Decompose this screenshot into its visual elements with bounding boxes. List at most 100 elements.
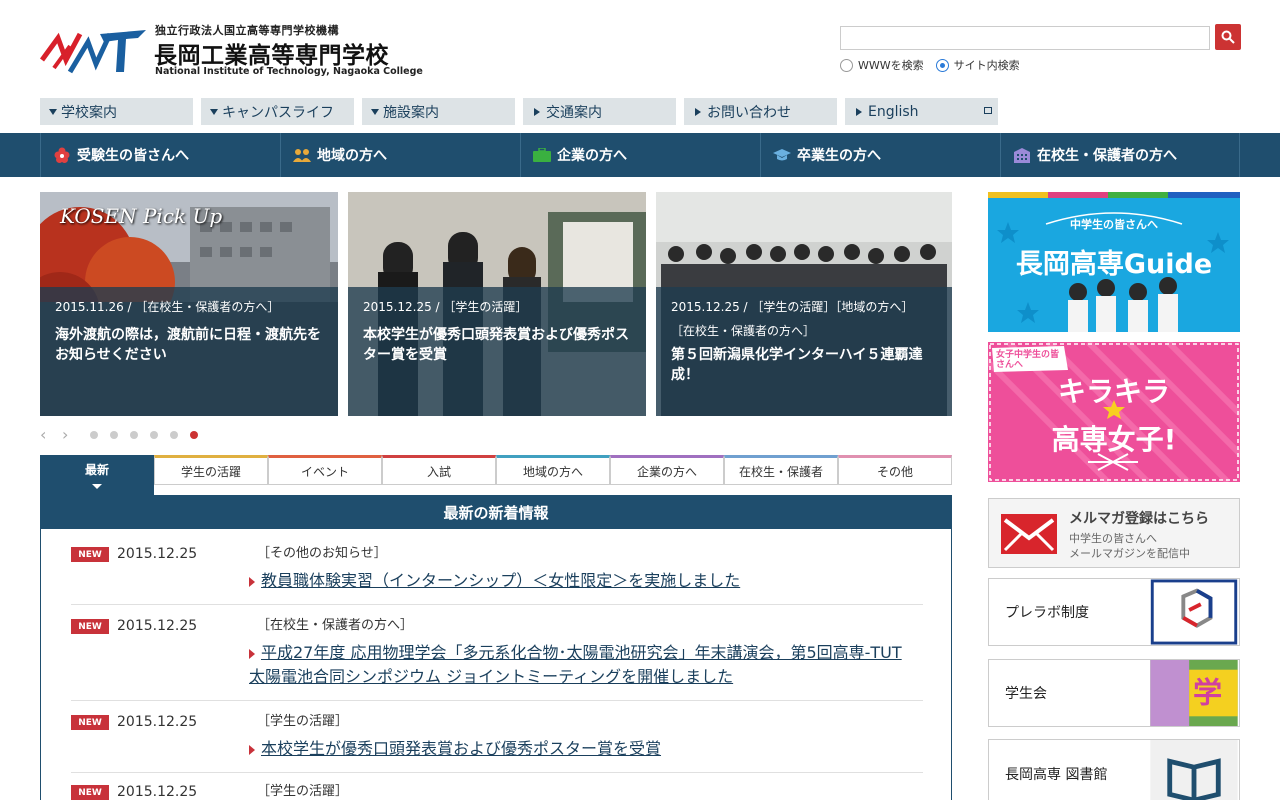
triangle-right-icon [856, 107, 862, 116]
slider-dot-active[interactable] [190, 431, 198, 439]
news-date: 2015.12.25 [117, 546, 198, 562]
external-link-icon [984, 107, 992, 114]
mail-magazine-banner[interactable]: メルマガ登録はこちら 中学生の皆さんへ メールマガジンを配信中 [988, 498, 1240, 568]
student-council-image: 学 [1150, 660, 1238, 726]
subnav-label: 交通案内 [546, 104, 602, 121]
guide-title: 長岡高専Guide [1015, 249, 1213, 280]
new-badge: NEW [71, 547, 109, 562]
subnav-contact[interactable]: お問い合わせ [684, 98, 837, 125]
slide-meta-2: ［在校生・保護者の方へ］ [671, 324, 816, 338]
search-scope: WWWを検索 サイト内検索 [840, 57, 1032, 73]
tab-students-parents[interactable]: 在校生・保護者 [724, 455, 838, 485]
mainnav-label: 地域の方へ [317, 148, 387, 164]
news-link[interactable]: 教員職体験実習（インターンシップ）＜女性限定＞を実施しました [249, 569, 929, 593]
tab-label: 入試 [426, 464, 451, 479]
search-button[interactable] [1215, 24, 1241, 50]
news-link[interactable]: 平成27年度 応用物理学会「多元系化合物･太陽電池研究会」年末講演会，第5回高専… [249, 641, 929, 665]
slide-title: 本校学生が優秀口頭発表賞および優秀ポスター賞を受賞 [363, 327, 629, 363]
subnav-label: お問い合わせ [707, 104, 791, 121]
graduation-cap-icon [773, 147, 791, 163]
new-badge: NEW [71, 619, 109, 634]
news-category: ［学生の活躍］ [257, 784, 349, 799]
news-link-line2[interactable]: 太陽電池合同シンポジウム ジョイントミーティングを開催しました [249, 665, 929, 689]
tab-companies[interactable]: 企業の方へ [610, 455, 724, 485]
subnav-label: English [868, 103, 919, 120]
subnav-label: キャンパスライフ [222, 104, 334, 121]
library-banner[interactable]: 長岡高専 図書館 [988, 739, 1240, 800]
slide-3[interactable]: 2015.12.25 / ［学生の活躍］［地域の方へ］ ［在校生・保護者の方へ］… [656, 192, 952, 416]
tab-label: 学生の活躍 [180, 464, 241, 479]
mainnav-companies[interactable]: 企業の方へ [520, 133, 760, 177]
site-logo[interactable]: 独立行政法人国立高等専門学校機構 長岡工業高等専門学校 National Ins… [40, 20, 423, 82]
slide-meta: 2015.12.25 / ［学生の活躍］ [363, 300, 528, 314]
news-heading: 最新の新着情報 [41, 495, 951, 529]
subnav-facilities[interactable]: 施設案内 [362, 98, 515, 125]
guide-subtitle: 中学生の皆さんへ [1070, 218, 1158, 231]
slider-dot[interactable] [130, 431, 138, 439]
guide-banner[interactable]: 中学生の皆さんへ 長岡高専Guide [988, 192, 1240, 332]
slider-dot[interactable] [170, 431, 178, 439]
mainnav-community[interactable]: 地域の方へ [280, 133, 520, 177]
subnav-access[interactable]: 交通案内 [523, 98, 676, 125]
student-council-banner[interactable]: 学生会 学 [988, 659, 1240, 727]
subnav-campus-life[interactable]: キャンパスライフ [201, 98, 354, 125]
kirakira-banner[interactable]: 女子中学生の皆さんへ キラキラ 高専女子! [988, 342, 1240, 482]
tab-student-activity[interactable]: 学生の活躍 [154, 455, 268, 485]
tab-label: イベント [300, 464, 349, 479]
slide-1[interactable]: KOSEN Pick Up 2015.11.26 / ［在校生・保護者の方へ］ … [40, 192, 338, 416]
search-input[interactable] [840, 26, 1210, 50]
briefcase-icon [533, 147, 551, 163]
slider-dot[interactable] [150, 431, 158, 439]
slide-meta: 2015.11.26 / ［在校生・保護者の方へ］ [55, 300, 280, 314]
news-link[interactable]: 本校学生が優秀口頭発表賞および優秀ポスター賞を受賞 [249, 737, 929, 761]
arrow-right-icon [249, 576, 255, 587]
tab-community[interactable]: 地域の方へ [496, 455, 610, 485]
main-navigation: 受験生の皆さんへ 地域の方へ 企業の方へ 卒業生の方へ 在校生・保護者の方へ [0, 133, 1280, 177]
mainnav-alumni[interactable]: 卒業生の方へ [760, 133, 1000, 177]
tab-other[interactable]: その他 [838, 455, 952, 485]
svg-text:学: 学 [1193, 676, 1222, 710]
tab-latest[interactable]: 最新 [40, 455, 154, 495]
slide-caption: 2015.12.25 / ［学生の活躍］ 本校学生が優秀口頭発表賞および優秀ポス… [348, 287, 646, 416]
new-badge: NEW [71, 715, 109, 730]
kirakira-title-2: 高専女子! [1051, 423, 1177, 456]
mainnav-label: 在校生・保護者の方へ [1037, 148, 1177, 164]
news-item: NEW 2015.12.25 ［在校生・保護者の方へ］ 平成27年度 応用物理学… [71, 615, 923, 701]
slider-dot[interactable] [110, 431, 118, 439]
tab-label: 地域の方へ [522, 464, 583, 479]
mainnav-applicants[interactable]: 受験生の皆さんへ [40, 133, 280, 177]
people-icon [293, 147, 311, 163]
slide-2[interactable]: 2015.12.25 / ［学生の活躍］ 本校学生が優秀口頭発表賞および優秀ポス… [348, 192, 646, 416]
caret-down-icon [92, 484, 102, 489]
news-date: 2015.12.25 [117, 784, 198, 800]
radio-site[interactable] [935, 58, 949, 72]
slider-dot[interactable] [90, 431, 98, 439]
tab-events[interactable]: イベント [268, 455, 382, 485]
arrow-right-icon [249, 648, 255, 659]
news-category: ［在校生・保護者の方へ］ [257, 618, 414, 633]
triangle-down-icon [210, 108, 218, 115]
mainnav-label: 受験生の皆さんへ [77, 148, 189, 164]
tab-label: 在校生・保護者 [738, 464, 823, 479]
prev-arrow-icon[interactable]: ‹ [40, 427, 62, 443]
news-item: NEW 2015.12.25 ［学生の活躍］ [71, 781, 923, 800]
subnav-label: 学校案内 [61, 104, 117, 121]
new-badge: NEW [71, 785, 109, 800]
radio-www[interactable] [840, 58, 853, 72]
subnav-school-info[interactable]: 学校案内 [40, 98, 193, 125]
student-council-label: 学生会 [1005, 686, 1047, 702]
next-arrow-icon[interactable]: › [62, 427, 90, 443]
sub-navigation: 学校案内 キャンパスライフ 施設案内 交通案内 お問い合わせ English [40, 98, 1000, 125]
prelabo-banner[interactable]: プレラボ制度 [988, 578, 1240, 646]
arrow-right-icon [249, 744, 255, 755]
school-name-en: National Institute of Technology, Nagaok… [155, 66, 423, 77]
news-item: NEW 2015.12.25 ［その他のお知らせ］ 教員職体験実習（インターンシ… [71, 543, 923, 605]
site-header: 独立行政法人国立高等専門学校機構 長岡工業高等専門学校 National Ins… [0, 0, 1280, 98]
mainnav-students-parents[interactable]: 在校生・保護者の方へ [1000, 133, 1240, 177]
subnav-english[interactable]: English [845, 98, 998, 125]
slide-meta: 2015.12.25 / ［学生の活躍］［地域の方へ］ [671, 300, 914, 314]
slide-title: 第５回新潟県化学インターハイ５連覇達成！ [671, 347, 923, 383]
tab-admission[interactable]: 入試 [382, 455, 496, 485]
mail-title: メルマガ登録はこちら [1069, 511, 1209, 527]
building-icon [1013, 147, 1031, 163]
